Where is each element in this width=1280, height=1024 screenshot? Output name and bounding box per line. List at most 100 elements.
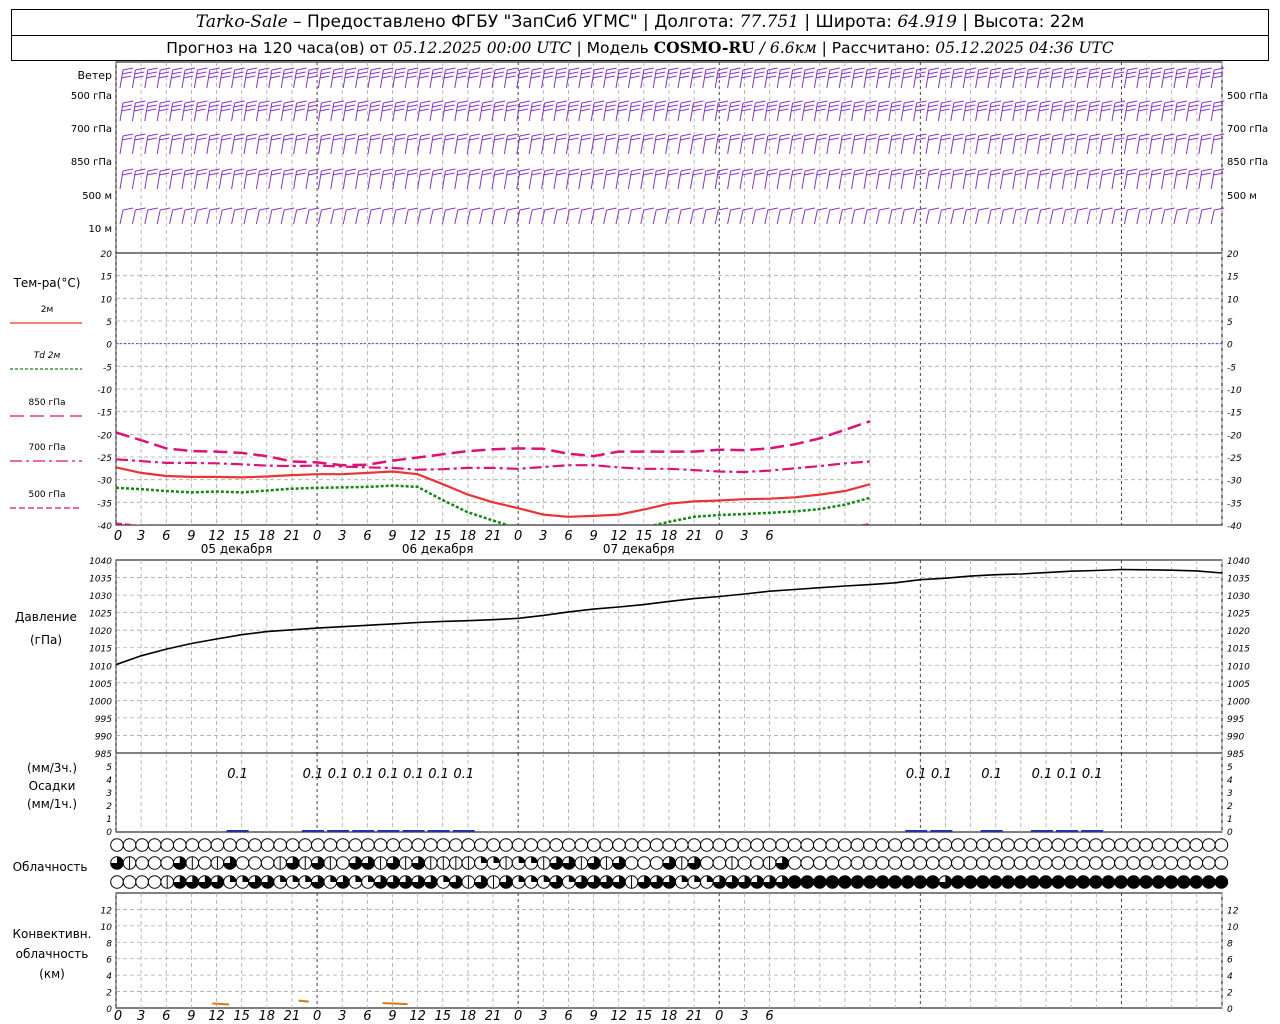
- wind-barb: [169, 100, 183, 122]
- temp-ytick-right: 10: [1227, 295, 1239, 305]
- cloud-circle: [147, 838, 162, 852]
- temp-ytick-left: 15: [101, 273, 113, 283]
- cloud-circle: [1064, 838, 1078, 852]
- temp-ytick-right: 15: [1227, 273, 1239, 283]
- wind-barb: [1099, 100, 1113, 122]
- temp-ytick-right: -35: [1227, 499, 1242, 509]
- cloud-fill: [443, 875, 450, 882]
- wind-barb: [503, 168, 518, 190]
- cloud-circle: [423, 838, 438, 852]
- cloud-fill: [964, 875, 977, 889]
- pressure-ytick-left: 985: [95, 750, 112, 760]
- wind-barb: [355, 168, 369, 190]
- cloud-circle: [474, 838, 488, 852]
- wind-barb: [801, 168, 816, 190]
- wind-barb: [640, 100, 654, 122]
- pressure-ytick-right: 1030: [1227, 592, 1250, 602]
- wind-barb: [1161, 168, 1175, 190]
- wind-barb: [553, 67, 568, 89]
- wind-barb: [255, 133, 270, 155]
- wind-barb: [193, 207, 208, 225]
- wind-barb: [144, 133, 158, 155]
- wind-barb: [1185, 67, 1200, 89]
- temp-hour-tick: 0: [313, 529, 321, 544]
- cloud-fill: [242, 875, 249, 882]
- cloud-circle: [198, 838, 212, 852]
- cloud-circle: [624, 838, 639, 852]
- cloud-circle: [687, 838, 702, 852]
- cloud-fill: [568, 875, 576, 882]
- cloud-circle: [1214, 856, 1229, 870]
- cloud-circle: [110, 838, 124, 852]
- pressure-ytick-left: 1005: [89, 680, 112, 690]
- cloud-circle: [938, 838, 953, 852]
- temp-ytick-right: 0: [1227, 341, 1233, 351]
- convective-ytick-left: 10: [101, 923, 113, 933]
- bottom-hour-tick: 0: [715, 1009, 723, 1024]
- cloud-fill: [480, 856, 488, 863]
- temp-hour-tick: 3: [338, 529, 346, 544]
- wind-barb: [305, 207, 320, 225]
- cloud-circle: [1001, 838, 1015, 852]
- cloud-circle: [1001, 856, 1015, 870]
- wind-barb: [231, 100, 245, 122]
- cloud-circle: [913, 838, 928, 852]
- wind-level-label: 700 гПа: [71, 124, 112, 135]
- temp-hour-tick: 9: [589, 529, 597, 544]
- wind-barb: [863, 100, 878, 122]
- cloud-fill: [989, 875, 1002, 889]
- cloud-fill: [901, 875, 914, 889]
- wind-level-label-right: 850 гПа: [1227, 157, 1268, 168]
- wind-barb: [1024, 100, 1039, 122]
- wind-barb: [1148, 207, 1163, 225]
- cloud-circle: [411, 838, 426, 852]
- convective-ytick-left: 6: [106, 956, 112, 966]
- wind-barb: [181, 207, 196, 225]
- cloud-circle: [1089, 856, 1103, 870]
- cloud-circle: [260, 838, 275, 852]
- wind-barb: [392, 100, 406, 122]
- cloud-circle: [1176, 856, 1191, 870]
- cloud-circle: [976, 838, 990, 852]
- wind-barb: [516, 168, 530, 190]
- wind-barb: [342, 133, 357, 155]
- wind-barb: [541, 133, 555, 155]
- temp-ytick-left: -25: [97, 454, 112, 464]
- temp-legend-label: 850 гПа: [28, 398, 65, 408]
- cloud-circle: [913, 856, 928, 870]
- wind-barb: [677, 207, 692, 225]
- wind-barb: [640, 207, 654, 225]
- convective-ytick-right: 10: [1227, 923, 1239, 933]
- cloud-circle: [863, 856, 877, 870]
- wind-barb: [1099, 133, 1113, 155]
- cloud-circle: [750, 856, 764, 870]
- cloud-circle: [587, 838, 601, 852]
- cloud-circle: [988, 838, 1003, 852]
- cloud-circle: [1076, 856, 1091, 870]
- wind-barb: [355, 207, 369, 225]
- wind-barb: [851, 100, 865, 122]
- wind-barb: [863, 207, 878, 225]
- wind-barb: [950, 168, 964, 190]
- wind-barb: [875, 100, 890, 122]
- bottom-hour-tick: 3: [338, 1009, 346, 1024]
- convective-ytick-right: 2: [1227, 989, 1233, 999]
- wind-barb: [355, 100, 369, 122]
- precip-ytick-right: 5: [1227, 763, 1233, 773]
- wind-barb: [776, 133, 791, 155]
- cloud-circle: [122, 875, 137, 889]
- convective-title-1: Конвективн.: [13, 927, 92, 941]
- wind-barb: [1136, 67, 1150, 89]
- cloud-circle: [925, 838, 940, 852]
- wind-barb: [665, 100, 679, 122]
- cloud-circle: [888, 838, 902, 852]
- wind-barb: [578, 100, 592, 122]
- wind-barb: [491, 207, 506, 225]
- convective-ytick-right: 6: [1227, 956, 1233, 966]
- wind-barb: [367, 133, 382, 155]
- wind-barb: [330, 133, 344, 155]
- wind-barb: [280, 168, 295, 190]
- wind-barb: [255, 207, 270, 225]
- wind-title: Ветер: [78, 69, 112, 82]
- cloud-fill: [951, 875, 965, 889]
